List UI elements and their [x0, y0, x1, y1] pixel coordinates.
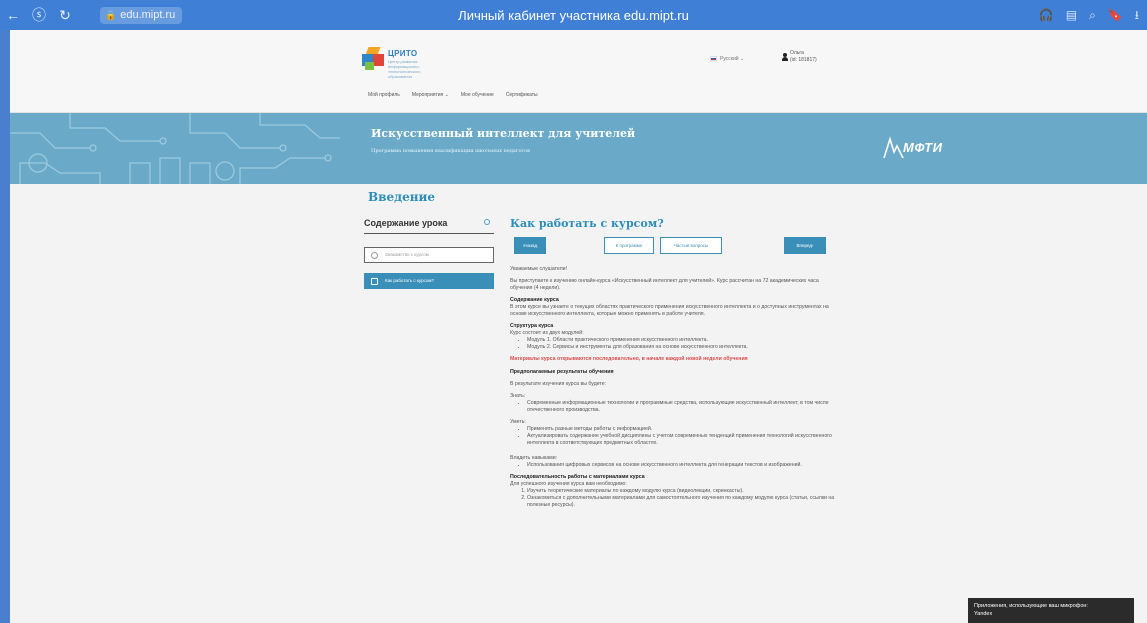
results-intro: В результате изучения курса вы будете:: [510, 381, 607, 387]
sidebar-divider: [364, 233, 494, 234]
sidebar-item-how-to[interactable]: Как работать с курсом?: [364, 273, 494, 289]
sidebar-item-label: Как работать с курсом?: [385, 278, 435, 283]
main-nav: Мой профиль Мероприятия ⌄ Мое обучение С…: [368, 92, 538, 98]
list-item: Актуализировать содержание учебной дисци…: [527, 433, 840, 447]
modules-list: Модуль 1. Области практического применен…: [510, 337, 840, 351]
language-label: Русский: [720, 56, 739, 62]
content-heading: Содержание курса: [510, 297, 559, 303]
web-page: ЦРИТО Центр развития информационно-техно…: [10, 30, 1147, 623]
circle-icon: [371, 252, 378, 259]
circuit-pattern-icon: [10, 113, 340, 184]
user-icon: [782, 53, 788, 61]
cube-logo-icon: [362, 47, 384, 71]
program-button[interactable]: К программе: [604, 237, 654, 254]
lesson-title: Как работать с курсом?: [510, 217, 664, 230]
list-item: Изучить теоретические материалы по каждо…: [527, 488, 840, 495]
order-heading: Последовательность работы с материалами …: [510, 474, 645, 480]
list-item: Ознакомиться с дополнительными материала…: [527, 495, 840, 509]
nav-certificates[interactable]: Сертификаты: [506, 92, 538, 98]
faq-button[interactable]: Частые вопросы: [660, 237, 722, 254]
structure-heading: Структура курса: [510, 323, 554, 329]
lesson-body: Уважаемые слушатели! Вы приступаете к из…: [510, 266, 840, 509]
headphones-icon[interactable]: 🎧: [1039, 6, 1054, 24]
list-item: Современные информационные технологии и …: [527, 400, 840, 414]
can-label: Уметь:: [510, 419, 526, 425]
microphone-notification[interactable]: Приложения, использующие ваш микрофон: Y…: [968, 598, 1134, 623]
sidebar-item-label: Знакомство с курсом: [385, 252, 429, 257]
can-list: Применять разные методы работы с информа…: [510, 426, 840, 447]
order-intro: Для успешного изучения курса вам необход…: [510, 481, 627, 487]
order-list: Изучить теоретические материалы по каждо…: [510, 488, 840, 509]
content-paragraph: В этом курсе вы узнаете о текущих област…: [510, 304, 829, 317]
toolbar-icons: 🎧 ▤ ⌕ 🔖 ⭳: [1039, 6, 1139, 24]
next-button[interactable]: Вперед›: [784, 237, 826, 254]
know-label: Знать:: [510, 393, 526, 399]
sidebar-toggle-icon[interactable]: [484, 219, 490, 225]
notification-app: Yandex: [974, 611, 993, 617]
banner-title: Искусственный интеллект для учителей: [371, 127, 636, 140]
user-menu[interactable]: Ольга (id: 181817): [782, 50, 817, 64]
downloads-icon[interactable]: ⭳: [1135, 6, 1139, 24]
sidebar-title: Содержание урока: [364, 218, 448, 228]
list-item: Применять разные методы работы с информа…: [527, 426, 840, 433]
bookmark-icon[interactable]: 🔖: [1108, 6, 1123, 24]
back-button[interactable]: ‹Назад: [514, 237, 546, 254]
user-id: (id: 181817): [790, 57, 817, 63]
mipt-mark-icon: [883, 136, 904, 159]
results-heading: Предполагаемые результаты обучения: [510, 369, 614, 375]
brand-subtitle: Центр развития информационно-технологиче…: [388, 59, 421, 79]
page-icon: [371, 278, 378, 285]
russia-flag-icon: [710, 56, 717, 62]
greeting: Уважаемые слушатели!: [510, 266, 567, 272]
skills-label: Владеть навыками:: [510, 455, 558, 461]
browser-toolbar: ← ⓢ ↻ 🔒 edu.mipt.ru Личный кабинет участн…: [0, 0, 1147, 30]
warning-text: Материалы курса открываются последовател…: [510, 356, 748, 362]
nav-my-learning[interactable]: Мое обучение: [461, 92, 494, 98]
crito-logo[interactable]: ЦРИТО Центр развития информационно-техно…: [362, 47, 432, 79]
reader-icon[interactable]: ▤: [1066, 6, 1077, 24]
language-select[interactable]: Русский ⌄: [710, 56, 744, 62]
list-item: Модуль 1. Области практического применен…: [527, 337, 840, 344]
nav-events[interactable]: Мероприятия ⌄: [412, 92, 449, 98]
nav-profile[interactable]: Мой профиль: [368, 92, 400, 98]
section-title: Введение: [368, 190, 436, 204]
mipt-logo[interactable]: МФТИ: [883, 136, 973, 160]
user-name: Ольга: [790, 50, 804, 56]
intro-paragraph: Вы приступаете к изучению онлайн-курса «…: [510, 278, 819, 291]
site-header: ЦРИТО Центр развития информационно-техно…: [10, 30, 1147, 113]
notification-text: Приложения, использующие ваш микрофон:: [974, 603, 1088, 609]
chevron-down-icon: ⌄: [739, 56, 745, 62]
mipt-wordmark: МФТИ: [903, 140, 943, 155]
know-list: Современные информационные технологии и …: [510, 400, 840, 414]
structure-text: Курс состоит из двух модулей:: [510, 330, 584, 336]
banner-subtitle: Программа повышения квалификации школьны…: [371, 148, 530, 154]
list-item: Модуль 2. Сервисы и инструменты для обра…: [527, 344, 840, 351]
sidebar-item-intro[interactable]: Знакомство с курсом: [364, 247, 494, 263]
search-icon[interactable]: ⌕: [1089, 6, 1096, 24]
browser-page-title: Личный кабинет участника edu.mipt.ru: [458, 8, 689, 23]
list-item: Использования цифровых сервисов на основ…: [527, 462, 840, 469]
skills-list: Использования цифровых сервисов на основ…: [510, 462, 840, 469]
brand-name: ЦРИТО: [388, 49, 418, 58]
course-banner: Искусственный интеллект для учителей Про…: [10, 113, 1147, 184]
